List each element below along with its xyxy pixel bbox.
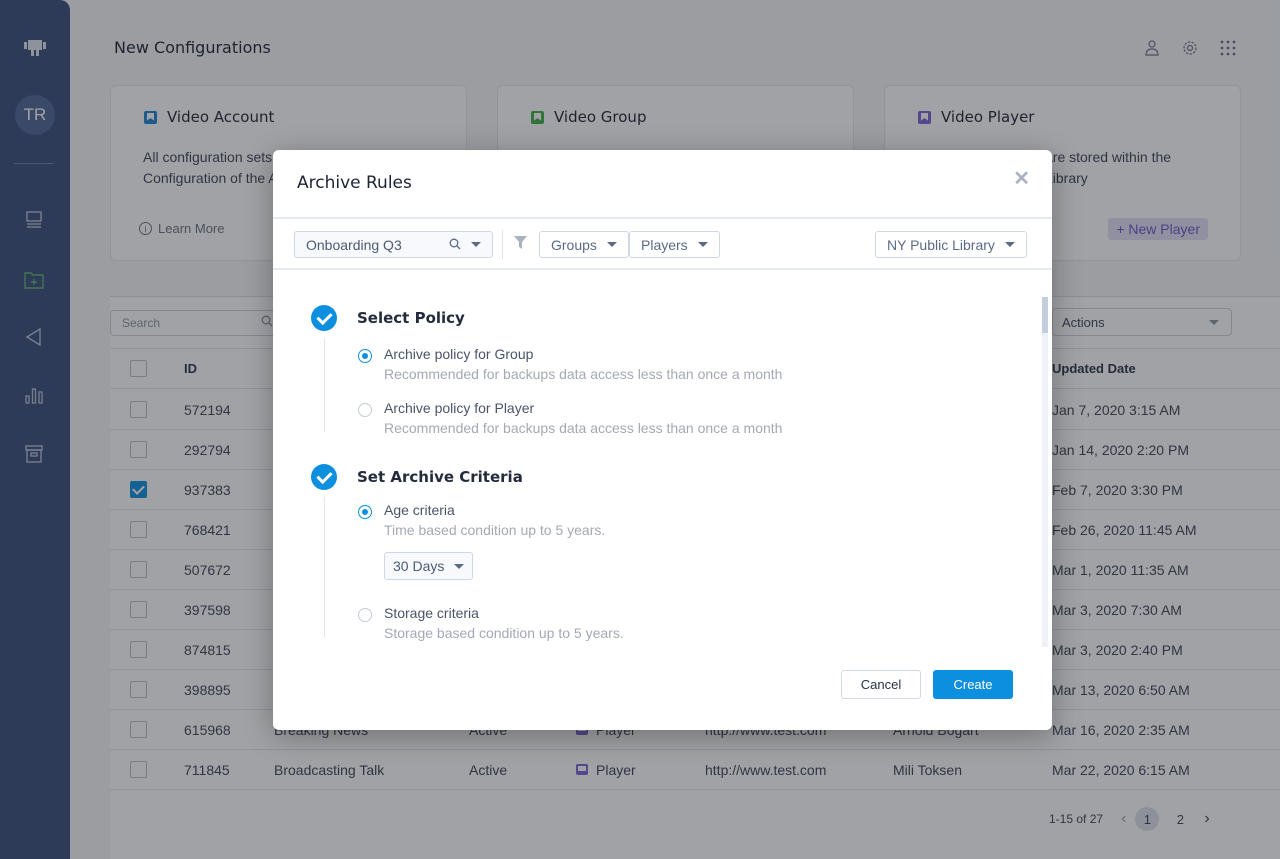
option-label: Age criteria	[384, 502, 455, 518]
scrollbar-thumb[interactable]	[1042, 297, 1048, 333]
cancel-button[interactable]: Cancel	[841, 670, 921, 699]
library-label: NY Public Library	[887, 236, 995, 253]
groups-dropdown[interactable]: Groups	[539, 231, 629, 258]
radio-age-criteria[interactable]	[358, 505, 372, 519]
chevron-down-icon	[606, 242, 617, 247]
option-description: Time based condition up to 5 years.	[384, 522, 606, 538]
chevron-down-icon	[1004, 242, 1015, 247]
modal-title: Archive Rules	[297, 173, 412, 193]
step-connector	[324, 497, 325, 637]
radio-player-policy[interactable]	[358, 403, 372, 417]
radio-group-policy[interactable]	[358, 349, 372, 363]
age-days-value: 30 Days	[393, 558, 445, 574]
modal-body: Select Policy Archive policy for Group R…	[273, 272, 1052, 652]
step-title: Set Archive Criteria	[357, 468, 523, 486]
step-title: Select Policy	[357, 309, 465, 327]
toolbar-divider	[502, 230, 503, 259]
option-label: Archive policy for Player	[384, 400, 535, 416]
players-dropdown[interactable]: Players	[629, 231, 720, 258]
option-description: Storage based condition up to 5 years.	[384, 625, 624, 641]
chevron-down-icon	[471, 242, 481, 247]
archive-rules-modal: Archive Rules ✕ Onboarding Q3 Groups Pla…	[273, 150, 1052, 730]
library-dropdown[interactable]: NY Public Library	[875, 231, 1027, 258]
chevron-down-icon	[697, 242, 708, 247]
search-select-value: Onboarding Q3	[306, 236, 402, 253]
step-complete-icon	[311, 464, 337, 490]
groups-label: Groups	[551, 236, 597, 253]
step-complete-icon	[311, 305, 337, 331]
filter-icon[interactable]	[514, 236, 527, 254]
age-days-dropdown[interactable]: 30 Days	[384, 552, 474, 580]
search-icon	[449, 237, 461, 253]
modal-toolbar: Onboarding Q3 Groups Players NY Public L…	[273, 217, 1052, 270]
option-label: Storage criteria	[384, 605, 479, 621]
option-description: Recommended for backups data access less…	[384, 366, 783, 382]
modal-scrollbar[interactable]	[1042, 297, 1048, 647]
search-select[interactable]: Onboarding Q3	[294, 231, 493, 258]
chevron-down-icon	[454, 563, 465, 569]
create-button[interactable]: Create	[933, 670, 1013, 699]
step-connector	[324, 338, 325, 432]
option-description: Recommended for backups data access less…	[384, 420, 783, 436]
option-label: Archive policy for Group	[384, 346, 534, 362]
radio-storage-criteria[interactable]	[358, 608, 372, 622]
close-icon[interactable]: ✕	[1013, 166, 1030, 191]
players-label: Players	[641, 236, 688, 253]
